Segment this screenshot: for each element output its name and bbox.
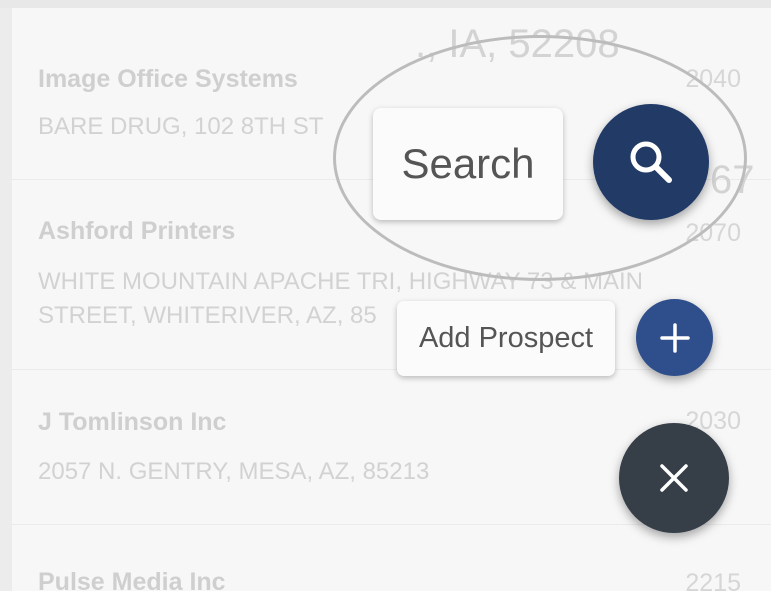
close-icon [660, 464, 688, 492]
add-prospect-label-chip[interactable]: Add Prospect [397, 301, 615, 376]
prospect-name: J Tomlinson Inc [38, 408, 227, 436]
prospect-name: Ashford Printers [38, 217, 236, 245]
prospect-number: 2215 [685, 569, 741, 591]
plus-icon [659, 322, 690, 353]
list-item[interactable]: Pulse Media Inc 2215 [12, 524, 771, 591]
prospect-address: BARE DRUG, 102 8TH ST [38, 113, 324, 140]
prospect-address: 2057 N. GENTRY, MESA, AZ, 85213 [38, 458, 430, 485]
close-speed-dial-button[interactable] [619, 423, 729, 533]
search-button[interactable] [593, 104, 709, 220]
prospect-name: Image Office Systems [38, 65, 298, 93]
status-strip [0, 0, 771, 8]
prospect-name: Pulse Media Inc [38, 568, 226, 591]
search-label-chip[interactable]: Search [373, 108, 563, 220]
prospect-address-line-2: STREET, WHITERIVER, AZ, 85 [38, 302, 377, 329]
add-prospect-label: Add Prospect [418, 322, 594, 354]
search-icon [630, 141, 672, 183]
add-prospect-button[interactable] [636, 299, 713, 376]
prospect-list-screen: Image Office Systems BARE DRUG, 102 8TH … [0, 0, 771, 591]
search-label: Search [401, 140, 535, 187]
